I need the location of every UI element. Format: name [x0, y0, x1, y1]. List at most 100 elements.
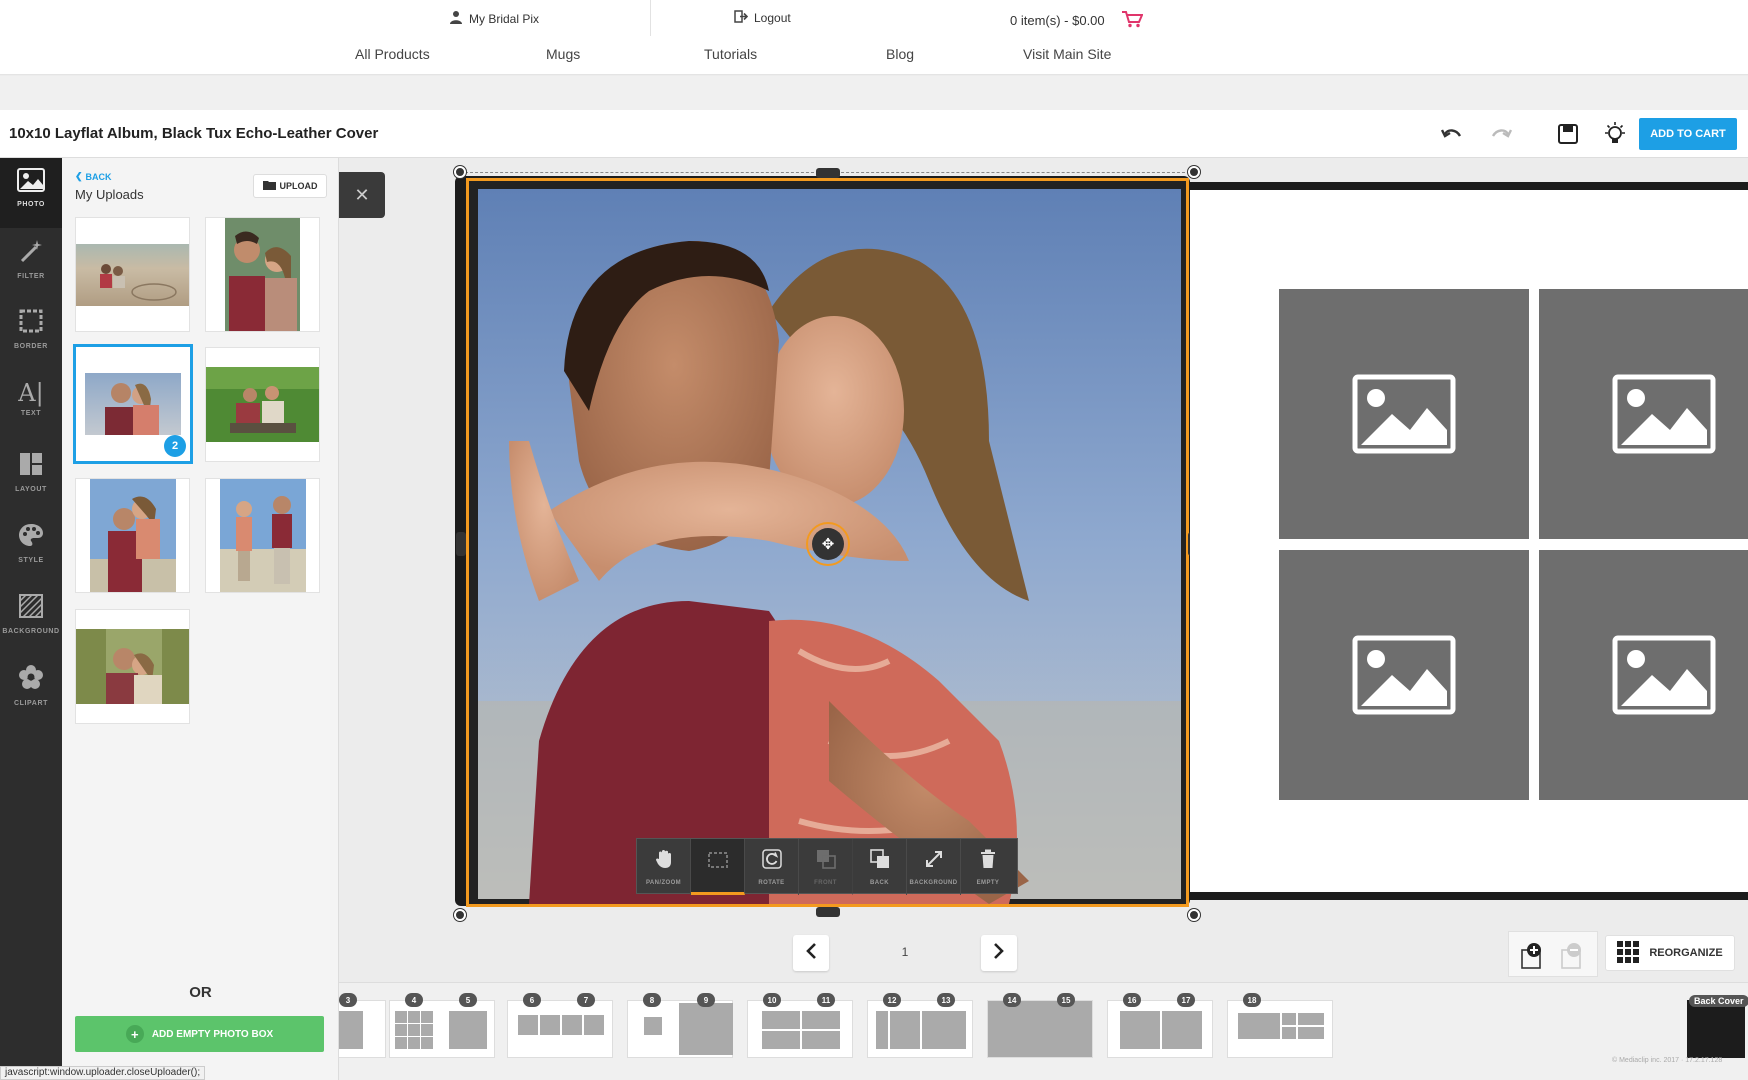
resize-handle-bottom-right[interactable]	[1188, 909, 1200, 921]
page-number-badge: 13	[937, 993, 955, 1007]
chevron-left-icon: ❮	[75, 171, 83, 181]
nav-tutorials[interactable]: Tutorials	[704, 46, 757, 62]
redo-icon[interactable]	[1487, 121, 1515, 147]
expand-icon	[924, 849, 944, 874]
page-spread[interactable]: 3	[338, 993, 386, 1058]
cart-summary[interactable]: 0 item(s) - $0.00	[1010, 10, 1144, 31]
rail-item-clipart[interactable]: CLIPART	[0, 653, 62, 723]
resize-handle-top[interactable]	[816, 168, 840, 178]
photo-thumbnail-selected[interactable]: 2	[73, 344, 193, 464]
page-number-badge: 8	[643, 993, 661, 1007]
tool-background[interactable]: BACKGROUND	[907, 839, 961, 895]
tool-pan-zoom[interactable]: PAN/ZOOM	[637, 839, 691, 895]
page-actions	[1508, 931, 1598, 977]
upload-button[interactable]: UPLOAD	[253, 174, 327, 198]
tool-empty[interactable]: EMPTY	[961, 839, 1015, 895]
back-link[interactable]: ❮ BACK	[75, 171, 112, 182]
resize-handle-top-right[interactable]	[1188, 166, 1200, 178]
image-placeholder-icon	[1352, 374, 1456, 454]
undo-icon[interactable]	[1438, 121, 1466, 147]
back-cover-label: Back Cover	[1689, 995, 1748, 1007]
image-placeholder-icon	[1352, 635, 1456, 715]
page-number: 1	[901, 945, 909, 959]
photo-thumbnail[interactable]	[205, 478, 320, 593]
border-icon	[18, 308, 44, 339]
logout-icon	[734, 10, 749, 26]
rail-item-text[interactable]: A| TEXT	[0, 370, 62, 440]
page-spread[interactable]: 12 13	[867, 993, 973, 1058]
page-thumb	[395, 1011, 433, 1049]
product-title: 10x10 Layflat Album, Black Tux Echo-Leat…	[9, 125, 379, 142]
empty-photo-box[interactable]	[1539, 289, 1748, 539]
user-icon	[449, 10, 463, 27]
add-to-cart-button[interactable]: ADD TO CART	[1639, 118, 1737, 150]
empty-photo-box[interactable]	[1279, 550, 1529, 800]
lightbulb-icon[interactable]	[1601, 121, 1629, 147]
page-spread[interactable]: 10 11	[747, 993, 853, 1058]
reorganize-button[interactable]: REORGANIZE	[1605, 935, 1735, 971]
add-empty-photo-box-button[interactable]: + ADD EMPTY PHOTO BOX	[75, 1016, 324, 1052]
page-number-badge: 16	[1123, 993, 1141, 1007]
account-link[interactable]: My Bridal Pix	[449, 10, 539, 27]
page-number-badge: 15	[1057, 993, 1075, 1007]
nav-mugs[interactable]: Mugs	[546, 46, 580, 62]
rail-item-border[interactable]: BORDER	[0, 298, 62, 368]
panel-heading: My Uploads	[75, 187, 144, 202]
remove-page-icon[interactable]	[1559, 942, 1587, 975]
photo-thumbnail[interactable]	[205, 347, 320, 462]
resize-handle-bottom[interactable]	[816, 907, 840, 917]
move-handle[interactable]: ✥	[806, 522, 850, 566]
page-thumb	[518, 1015, 604, 1035]
next-page-button[interactable]	[981, 935, 1017, 971]
spacer-strip	[0, 76, 1748, 110]
rail-item-background[interactable]: BACKGROUND	[0, 583, 62, 653]
divider	[650, 0, 651, 36]
page-spread[interactable]: 14 15	[987, 993, 1093, 1058]
tool-crop[interactable]	[691, 839, 745, 895]
rail-label: BACKGROUND	[2, 628, 60, 635]
page-spread[interactable]: 4 5	[389, 993, 495, 1058]
logout-link[interactable]: Logout	[734, 10, 791, 26]
page-spread[interactable]: 18	[1227, 993, 1333, 1058]
photo-thumbnail[interactable]	[75, 609, 190, 724]
tool-back[interactable]: BACK	[853, 839, 907, 895]
empty-photo-box[interactable]	[1539, 550, 1748, 800]
rail-item-style[interactable]: STYLE	[0, 512, 62, 582]
rail-item-filter[interactable]: FILTER	[0, 228, 62, 298]
move-arrows-icon: ✥	[812, 528, 844, 560]
flower-icon	[17, 663, 45, 696]
tool-rotate[interactable]: ROTATE	[745, 839, 799, 895]
close-panel-button[interactable]: ✕	[339, 172, 385, 218]
chevron-left-icon	[805, 942, 817, 965]
grid-icon	[1617, 940, 1640, 966]
dune-grass-photo	[76, 629, 189, 704]
page-spread[interactable]: 8 9	[627, 993, 733, 1058]
rail-label: STYLE	[18, 557, 44, 564]
photo-thumbnail[interactable]	[75, 478, 190, 593]
page-spread[interactable]: 6 7	[507, 993, 613, 1058]
rail-item-layout[interactable]: LAYOUT	[0, 441, 62, 511]
copyright-text: © Mediaclip inc. 2017 · 17.2.17.128	[1612, 1057, 1723, 1064]
grass-couple-photo	[206, 367, 319, 442]
page-number-badge: 3	[339, 993, 357, 1007]
tool-front[interactable]: FRONT	[799, 839, 853, 895]
resize-handle-left[interactable]	[456, 532, 466, 556]
magic-wand-icon	[18, 238, 44, 269]
save-icon[interactable]	[1554, 121, 1582, 147]
rail-item-photo[interactable]: PHOTO	[0, 158, 62, 228]
nav-all-products[interactable]: All Products	[355, 46, 430, 62]
nav-blog[interactable]: Blog	[886, 46, 914, 62]
page-spread[interactable]: 16 17	[1107, 993, 1213, 1058]
back-cover-thumb[interactable]	[1687, 1000, 1745, 1058]
resize-handle-bottom-left[interactable]	[454, 909, 466, 921]
text-icon: A|	[18, 379, 44, 407]
nav-visit-main-site[interactable]: Visit Main Site	[1023, 46, 1111, 62]
resize-handle-top-left[interactable]	[454, 166, 466, 178]
add-page-icon[interactable]	[1519, 942, 1547, 975]
previous-page-button[interactable]	[793, 935, 829, 971]
embrace-photo	[85, 373, 181, 435]
photo-thumbnail[interactable]	[205, 217, 320, 332]
empty-photo-box[interactable]	[1279, 289, 1529, 539]
logout-label: Logout	[754, 11, 791, 25]
photo-thumbnail[interactable]	[75, 217, 190, 332]
